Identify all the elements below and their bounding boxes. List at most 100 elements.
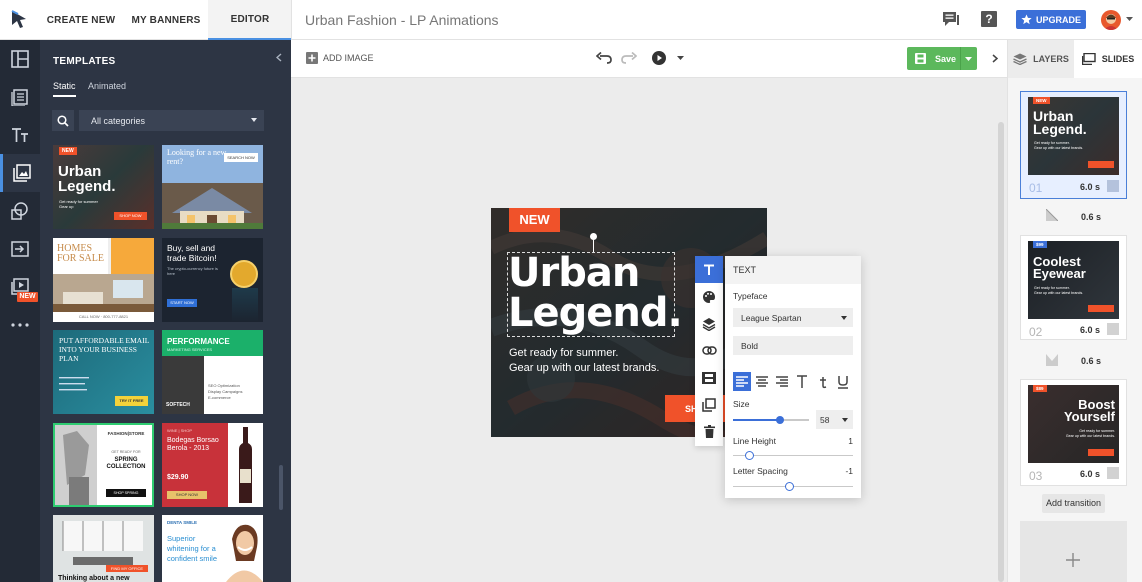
upgrade-button[interactable]: UPGRADE [1016,10,1086,29]
template-headline: SPRING COLLECTION [106,457,146,470]
slide-card[interactable]: NEW Urban Legend. Get ready for summer. G… [1020,91,1127,199]
slide-headline: Coolest Eyewear [1033,254,1086,281]
animation-tool[interactable] [695,364,723,391]
slide-thumbnail: $99 Coolest Eyewear Get ready for summer.… [1028,241,1119,319]
template-cta: TRY IT FREE [115,396,148,406]
typeface-select[interactable]: League Spartan [733,308,853,327]
rail-import[interactable] [0,230,40,268]
align-left-button[interactable] [733,372,751,391]
letter-spacing-slider-thumb[interactable] [784,482,794,491]
template-woman-image [226,524,263,582]
redo-icon[interactable] [621,52,637,64]
template-wine[interactable]: WINE | SHOP Bodegas Borsao Berola - 2013… [162,423,263,507]
nav-my-banners[interactable]: MY BANNERS [124,0,208,40]
rail-shapes[interactable] [0,192,40,230]
template-sub: The crypto-currency future is here [167,266,218,276]
tab-slides[interactable]: SLIDES [1074,40,1142,78]
template-urban-legend[interactable]: NEW Urban Legend. Get ready for summer Ge… [53,145,154,229]
template-dental[interactable]: DENTA SMILE Superior whitening for a con… [162,515,263,582]
slide-headline: Urban Legend. [1033,108,1087,137]
line-height-slider-thumb[interactable] [745,451,755,460]
more-icon [11,323,29,327]
rail-templates[interactable] [0,154,40,192]
slide-card[interactable]: $99 Coolest Eyewear Get ready for summer.… [1020,235,1127,340]
tab-static[interactable]: Static [53,81,76,97]
line-height-value: 1 [848,436,853,446]
rail-text[interactable] [0,116,40,154]
template-bullets [59,375,89,395]
template-bitcoin[interactable]: Buy, sell and trade Bitcoin! The crypto-… [162,238,263,322]
nav-create-new[interactable]: CREATE NEW [40,0,122,40]
template-email[interactable]: PUT AFFORDABLE EMAIL INTO YOUR BUSINESS … [53,330,154,414]
rail-text-styles[interactable] [0,78,40,116]
template-performance[interactable]: PERFORMANCE MARKETING SERVICES SOFTECH S… [162,330,263,414]
help-icon[interactable]: ? [981,11,997,27]
transition-icon[interactable] [1046,209,1058,221]
underline-button[interactable] [834,372,852,391]
slide-card[interactable]: $89 Boost Yourself Get ready for summer. … [1020,379,1127,486]
transition-duration[interactable]: 0.6 s [1081,356,1101,366]
underline-icon [838,376,848,389]
app-logo-icon[interactable] [10,10,28,30]
template-office[interactable]: FIND MY OFFICE Thinking about a new [53,515,154,582]
align-center-button[interactable] [753,372,771,391]
slide-menu-button[interactable] [1107,467,1119,479]
layers-tool[interactable] [695,310,723,337]
palette-icon [703,290,715,303]
duplicate-icon [702,397,716,412]
template-homes[interactable]: HOMES FOR SALE CALL NOW · 800-777-8821 [53,238,154,322]
tab-layers[interactable]: LAYERS [1008,40,1074,78]
slide-menu-button[interactable] [1107,180,1119,192]
banner-headline[interactable]: Urban Legend. [508,253,683,333]
avatar[interactable] [1101,10,1121,30]
chevron-down-icon[interactable] [1126,17,1133,22]
template-search-button[interactable] [52,110,74,131]
new-badge: NEW [17,292,38,302]
collapse-panel-icon[interactable] [276,53,282,62]
play-options-chevron-icon[interactable] [677,56,684,60]
document-title[interactable]: Urban Fashion - LP Animations [305,12,499,28]
template-house-image [162,183,263,229]
size-select[interactable]: 58 [816,410,853,429]
canvas-scrollbar[interactable] [998,122,1004,582]
duplicate-tool[interactable] [695,391,723,418]
align-left-icon [736,376,748,387]
transition-duration[interactable]: 0.6 s [1081,212,1101,222]
comments-icon[interactable] [942,11,960,28]
nav-editor[interactable]: EDITOR [208,0,292,40]
uppercase-button[interactable] [793,372,811,391]
template-headline: HOMES FOR SALE [57,243,104,264]
banner-subtext[interactable]: Get ready for summer. Gear up with our la… [509,346,659,376]
divider [960,47,961,70]
align-right-button[interactable] [773,372,791,391]
font-weight-select[interactable]: Bold [733,336,853,355]
size-slider-thumb[interactable] [776,416,785,424]
rotate-handle[interactable] [590,233,597,240]
text-tool[interactable] [695,256,723,283]
expand-panel-icon[interactable] [992,54,998,63]
banner-badge[interactable]: NEW [509,208,560,232]
save-button[interactable]: Save [907,47,977,70]
template-spring[interactable]: FASHION|STORE GET READY FOR SPRING COLLE… [53,423,154,507]
chevron-down-icon[interactable] [965,57,972,61]
undo-icon[interactable] [596,52,612,64]
templates-scrollbar[interactable] [279,465,283,510]
tab-animated[interactable]: Animated [88,81,126,91]
rail-layouts[interactable] [0,40,40,78]
add-image-button[interactable]: ADD IMAGE [306,52,374,64]
transition-icon[interactable] [1046,354,1058,366]
link-tool[interactable] [695,337,723,364]
category-select[interactable]: All categories [79,110,264,131]
play-button[interactable] [652,51,666,65]
delete-tool[interactable] [695,418,723,445]
color-tool[interactable] [695,283,723,310]
uppercase-icon [797,375,807,388]
add-slide-button[interactable] [1020,521,1127,582]
slide-menu-button[interactable] [1107,323,1119,335]
rail-more[interactable] [0,306,40,344]
lowercase-button[interactable] [814,372,832,391]
template-rent[interactable]: Looking for a new rent? SEARCH NOW [162,145,263,229]
add-transition-button[interactable]: Add transition [1042,494,1105,513]
slide-badge: $89 [1033,385,1047,392]
editor-app: CREATE NEW MY BANNERS EDITOR Urban Fashi… [0,0,1142,582]
